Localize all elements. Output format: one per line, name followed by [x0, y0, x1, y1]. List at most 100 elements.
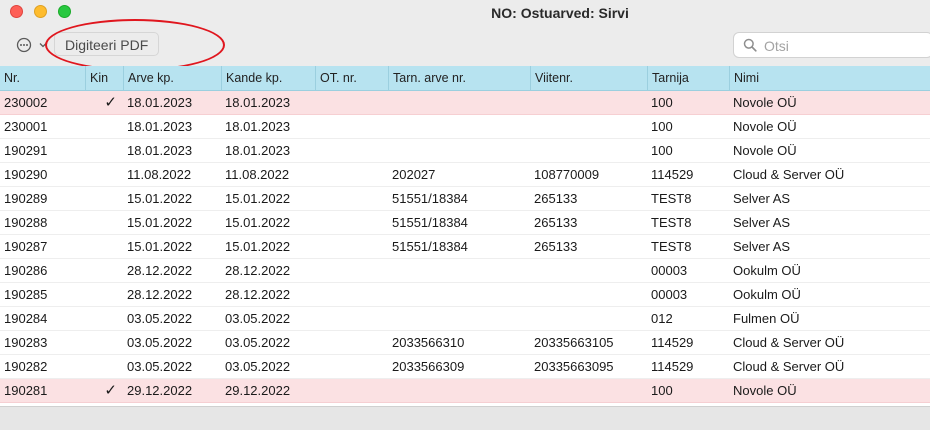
cell-arve-kp: 15.01.2022: [127, 215, 193, 230]
table-row[interactable]: 190289 15.01.2022 15.01.2022 51551/18384 265…: [0, 187, 930, 211]
cell-viitenr: [530, 283, 647, 306]
checkmark-icon: [85, 139, 123, 162]
table-row[interactable]: 190281 ✓ 29.12.2022 29.12.2022 100 Novole OÜ: [0, 379, 930, 403]
column-header-kande-kp[interactable]: Kande kp.: [221, 66, 315, 91]
cell-nr: 230002: [4, 95, 48, 110]
cell-arve-kp: 03.05.2022: [127, 311, 193, 326]
table-row[interactable]: 190286 28.12.2022 28.12.2022 00003 Ookulm OÜ: [0, 259, 930, 283]
cell-kande-kp: 15.01.2022: [225, 239, 291, 254]
table-row[interactable]: 190290 11.08.2022 11.08.2022 202027 10877000…: [0, 163, 930, 187]
checkmark-icon: [85, 115, 123, 138]
cell-viitenr: [530, 115, 647, 138]
cell-tarn-arve-nr: 51551/18384: [392, 215, 468, 230]
cell-viitenr: 108770009: [534, 167, 600, 182]
checkmark-icon: [85, 211, 123, 234]
cell-tarnija: 00003: [651, 263, 688, 278]
checkmark-icon: ✓: [104, 382, 117, 399]
chevron-down-icon: [39, 43, 47, 48]
search-input[interactable]: [762, 35, 926, 57]
search-field[interactable]: [733, 32, 930, 58]
status-bar: [0, 406, 930, 430]
cell-kande-kp: 15.01.2022: [225, 215, 291, 230]
table-row[interactable]: 190282 03.05.2022 03.05.2022 2033566309 2033…: [0, 355, 930, 379]
cell-arve-kp: 18.01.2023: [127, 95, 193, 110]
table-row[interactable]: 190287 15.01.2022 15.01.2022 51551/18384 265…: [0, 235, 930, 259]
cell-kande-kp: 03.05.2022: [225, 311, 291, 326]
toolbar: Digiteeri PDF: [0, 19, 930, 71]
cell-nr: 190286: [4, 263, 48, 278]
cell-ot-nr: [315, 283, 388, 306]
column-header-viitenr[interactable]: Viitenr.: [530, 66, 647, 91]
ellipsis-circle-icon: [16, 37, 47, 53]
table-row[interactable]: 230002 ✓ 18.01.2023 18.01.2023 100 Novole OÜ: [0, 91, 930, 115]
column-header-nimi[interactable]: Nimi: [729, 66, 930, 91]
cell-viitenr: 265133: [534, 239, 578, 254]
cell-tarn-arve-nr: 2033566310: [392, 335, 465, 350]
cell-tarnija: 100: [651, 119, 673, 134]
cell-arve-kp: 18.01.2023: [127, 143, 193, 158]
cell-arve-kp: 03.05.2022: [127, 359, 193, 374]
cell-viitenr: [530, 91, 647, 114]
cell-viitenr: [530, 259, 647, 282]
cell-nimi: Novole OÜ: [733, 143, 797, 158]
cell-ot-nr: [315, 307, 388, 330]
cell-tarnija: 114529: [651, 359, 694, 374]
cell-nimi: Novole OÜ: [733, 95, 797, 110]
cell-nr: 190291: [4, 143, 48, 158]
column-header-tarnija[interactable]: Tarnija: [647, 66, 729, 91]
table-row[interactable]: 190285 28.12.2022 28.12.2022 00003 Ookulm OÜ: [0, 283, 930, 307]
cell-nimi: Selver AS: [733, 191, 791, 206]
table-row[interactable]: 190284 03.05.2022 03.05.2022 012 Fulmen OÜ: [0, 307, 930, 331]
cell-nr: 190290: [4, 167, 48, 182]
digitize-pdf-button[interactable]: Digiteeri PDF: [54, 32, 160, 56]
cell-kande-kp: 15.01.2022: [225, 191, 291, 206]
window-title: NO: Ostuarved: Sirvi: [491, 5, 629, 21]
cell-ot-nr: [315, 331, 388, 354]
cell-tarn-arve-nr: 51551/18384: [392, 239, 468, 254]
cell-tarn-arve-nr: [388, 139, 530, 162]
table-row[interactable]: 190288 15.01.2022 15.01.2022 51551/18384 265…: [0, 211, 930, 235]
column-header-kin[interactable]: Kin: [85, 66, 123, 91]
cell-kande-kp: 11.08.2022: [225, 167, 290, 182]
column-header-tarn-arve-nr[interactable]: Tarn. arve nr.: [388, 66, 530, 91]
cell-nimi: Novole OÜ: [733, 383, 797, 398]
cell-tarn-arve-nr: 51551/18384: [392, 191, 468, 206]
cell-nr: 230001: [4, 119, 48, 134]
column-header-arve-kp[interactable]: Arve kp.: [123, 66, 221, 91]
cell-arve-kp: 18.01.2023: [127, 119, 193, 134]
cell-tarnija: 100: [651, 383, 673, 398]
more-actions-button[interactable]: [14, 35, 54, 55]
column-header-nr[interactable]: Nr.: [0, 66, 85, 91]
cell-arve-kp: 03.05.2022: [127, 335, 193, 350]
cell-nr: 190288: [4, 215, 48, 230]
cell-tarn-arve-nr: [388, 379, 530, 402]
cell-nr: 190284: [4, 311, 48, 326]
cell-arve-kp: 11.08.2022: [127, 167, 192, 182]
table-row[interactable]: 190283 03.05.2022 03.05.2022 2033566310 2033…: [0, 331, 930, 355]
checkmark-icon: [85, 283, 123, 306]
cell-tarnija: TEST8: [651, 215, 692, 230]
cell-tarn-arve-nr: [388, 283, 530, 306]
cell-tarnija: 114529: [651, 167, 694, 182]
cell-arve-kp: 15.01.2022: [127, 239, 193, 254]
cell-arve-kp: 29.12.2022: [127, 383, 193, 398]
cell-kande-kp: 18.01.2023: [225, 143, 291, 158]
cell-viitenr: 20335663105: [534, 335, 614, 350]
cell-viitenr: [530, 379, 647, 402]
checkmark-icon: [85, 307, 123, 330]
column-header-ot-nr[interactable]: OT. nr.: [315, 66, 388, 91]
cell-nimi: Ookulm OÜ: [733, 263, 801, 278]
cell-viitenr: [530, 139, 647, 162]
cell-tarn-arve-nr: 2033566309: [392, 359, 465, 374]
checkmark-icon: [85, 235, 123, 258]
table-row[interactable]: 230001 18.01.2023 18.01.2023 100 Novole OÜ: [0, 115, 930, 139]
cell-ot-nr: [315, 163, 388, 186]
title-bar: NO: Ostuarved: Sirvi: [0, 0, 930, 26]
cell-nr: 190282: [4, 359, 48, 374]
cell-nr: 190281: [4, 383, 48, 398]
checkmark-icon: [85, 259, 123, 282]
cell-tarn-arve-nr: [388, 91, 530, 114]
cell-tarnija: 100: [651, 95, 673, 110]
table-row[interactable]: 190291 18.01.2023 18.01.2023 100 Novole OÜ: [0, 139, 930, 163]
cell-nimi: Cloud & Server OÜ: [733, 335, 845, 350]
